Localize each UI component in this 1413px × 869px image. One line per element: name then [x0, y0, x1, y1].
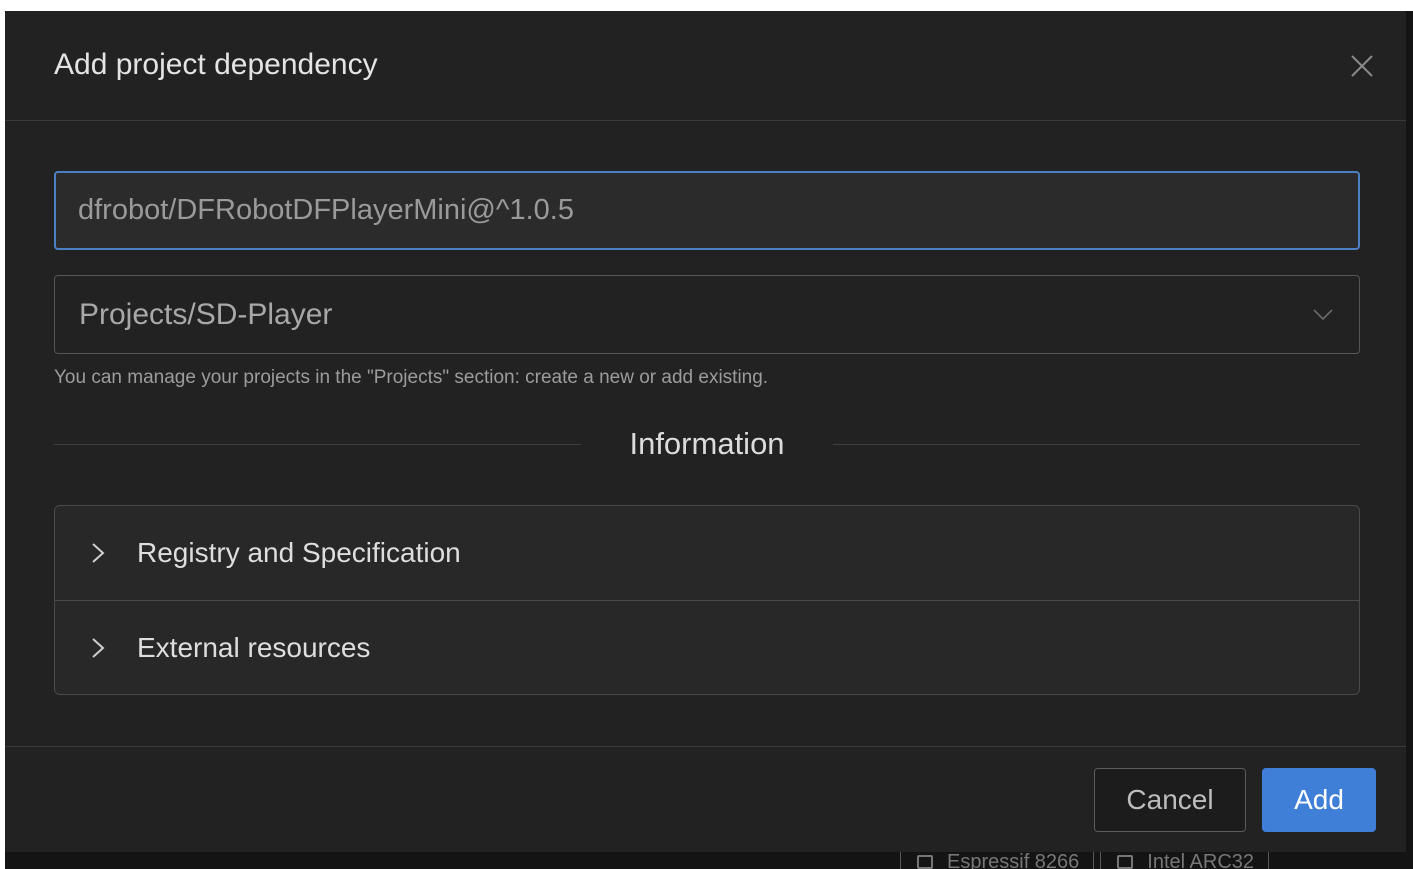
chip-icon — [917, 855, 933, 869]
chevron-right-icon — [91, 637, 113, 659]
collapse-item-label: External resources — [137, 631, 371, 663]
project-select[interactable]: Projects/SD-Player — [54, 275, 1360, 354]
collapse-item-label: Registry and Specification — [137, 537, 461, 568]
dialog-header: Add project dependency — [5, 11, 1406, 121]
add-dependency-dialog: Add project dependency Projects/SD-Playe… — [5, 11, 1406, 852]
project-help-text: You can manage your projects in the "Pro… — [54, 367, 769, 388]
close-button[interactable] — [1342, 46, 1382, 86]
close-icon — [1351, 54, 1373, 77]
dialog-body: Projects/SD-Player You can manage your p… — [5, 121, 1406, 695]
background-tab-label: Espressif 8266 — [947, 850, 1080, 869]
divider-line-right — [832, 443, 1361, 445]
add-button[interactable]: Add — [1262, 768, 1376, 832]
information-divider: Information — [54, 426, 1361, 462]
cancel-button[interactable]: Cancel — [1094, 768, 1246, 832]
dialog-footer: Cancel Add — [5, 746, 1406, 852]
information-collapse: Registry and Specification External reso… — [54, 505, 1360, 695]
dialog-title: Add project dependency — [54, 47, 378, 81]
chevron-right-icon — [91, 542, 113, 564]
chip-icon — [1117, 855, 1134, 869]
background-tab-label: Intel ARC32 — [1147, 850, 1255, 869]
background-tab-espressif: Espressif 8266 — [900, 850, 1095, 869]
chevron-down-icon — [1313, 308, 1333, 320]
background-tabs: Espressif 8266 Intel ARC32 — [900, 850, 1275, 869]
collapse-item-registry[interactable]: Registry and Specification — [55, 506, 1359, 600]
project-select-value: Projects/SD-Player — [79, 297, 333, 331]
background-tab-intel: Intel ARC32 — [1100, 850, 1270, 869]
package-input[interactable] — [54, 171, 1360, 250]
divider-line-left — [54, 443, 582, 445]
information-title: Information — [629, 426, 785, 461]
collapse-item-external-resources[interactable]: External resources — [55, 600, 1359, 694]
